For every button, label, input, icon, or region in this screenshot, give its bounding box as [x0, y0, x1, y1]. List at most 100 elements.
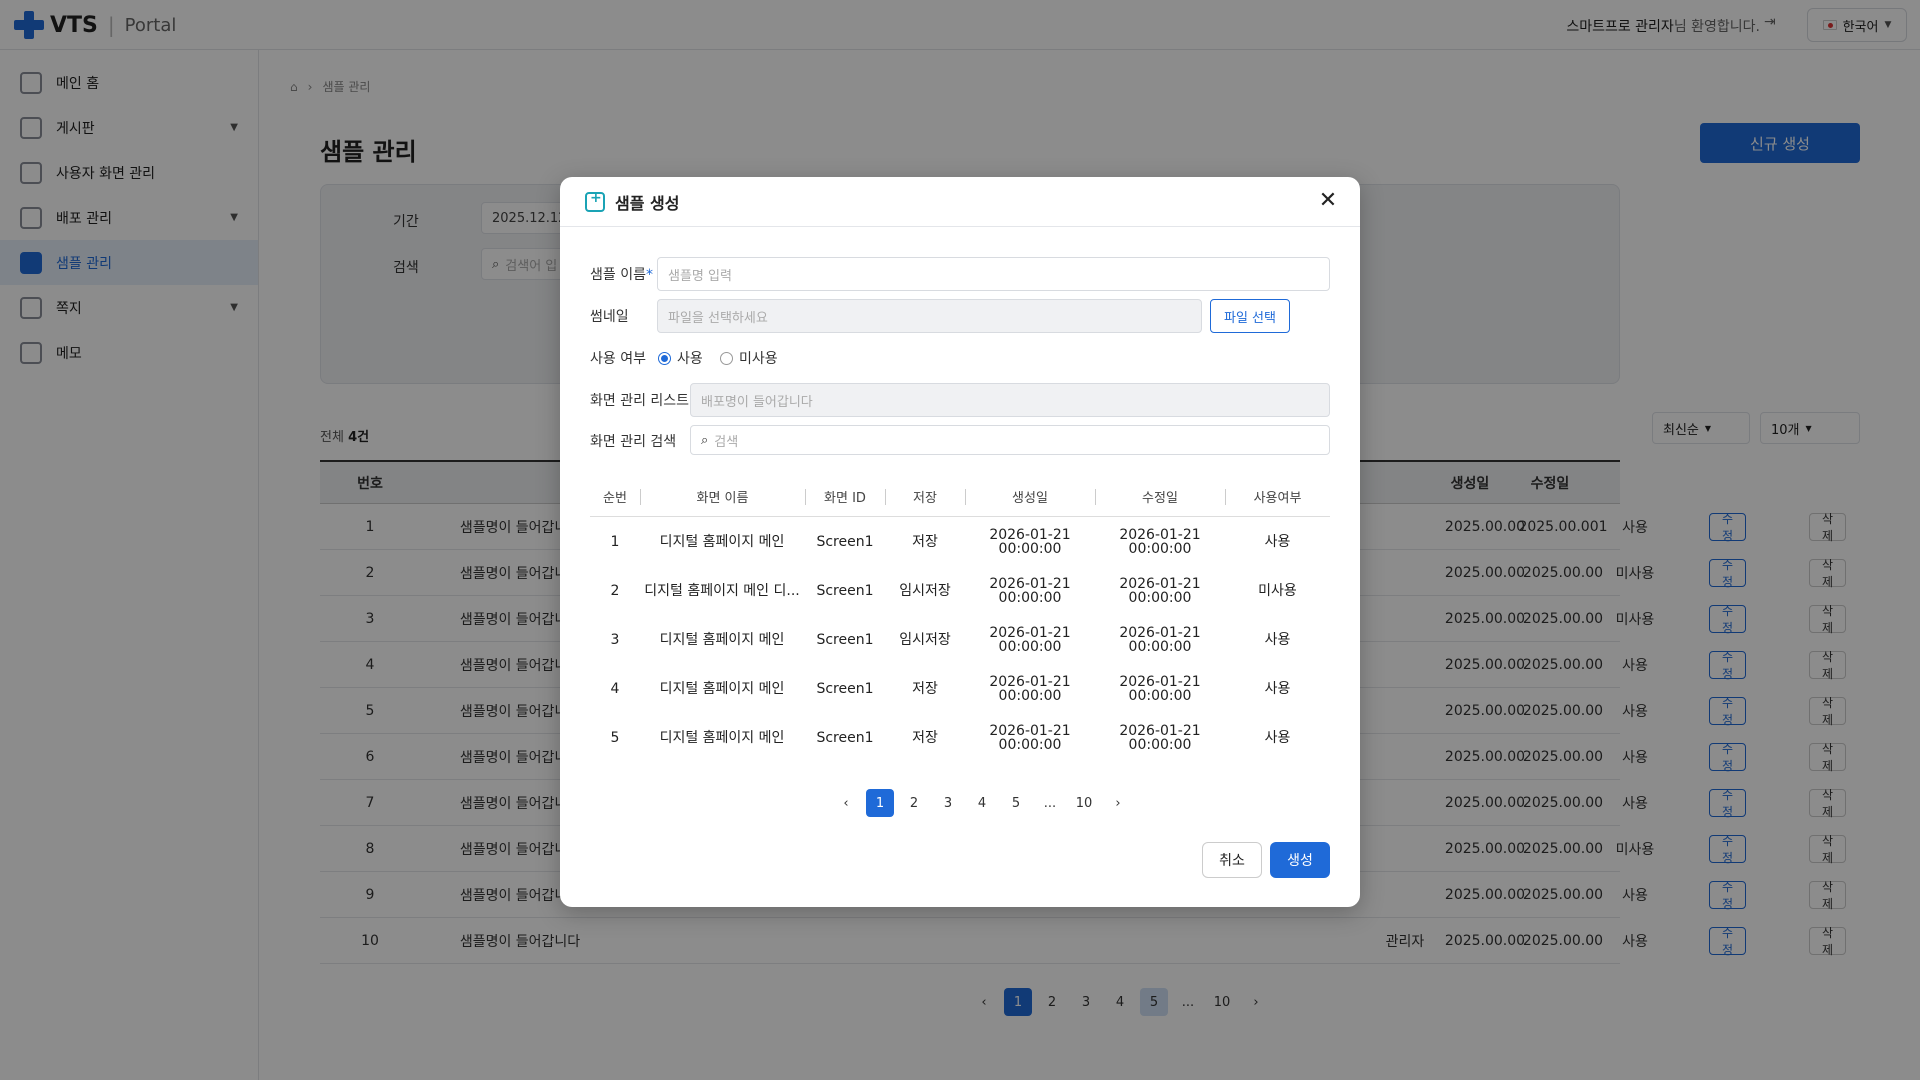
modified-date: 2026-01-21: [1119, 722, 1201, 739]
page-10[interactable]: 10: [1070, 789, 1098, 817]
sample-name-input[interactable]: 샘플명 입력: [657, 257, 1330, 291]
create-sample-modal: 샘플 생성 ✕ 샘플 이름* 샘플명 입력 썸네일 파일을 선택하세요 파일 선…: [560, 177, 1360, 907]
screen-table-header: 순번 화면 이름 화면 ID 저장 생성일 수정일 사용여부: [590, 477, 1330, 517]
cell-save: 임시저장: [899, 582, 951, 599]
modified-date: 2026-01-21: [1119, 575, 1201, 592]
thumbnail-field: 파일을 선택하세요: [657, 299, 1202, 333]
cell-modified: 2026-01-21 00:00:00: [1095, 664, 1225, 713]
cancel-button[interactable]: 취소: [1202, 842, 1262, 878]
modified-time: 00:00:00: [1128, 638, 1192, 655]
screen-row[interactable]: 5 디지털 홈페이지 메인 Screen1 저장 사용 2026-01-21 00:00:0…: [590, 713, 1330, 762]
thumbnail-label: 썸네일: [590, 309, 629, 325]
page-5[interactable]: 5: [1002, 789, 1030, 817]
use-radio-on[interactable]: 사용: [658, 348, 703, 368]
cell-screen_id: Screen1: [816, 680, 874, 697]
page-1[interactable]: 1: [866, 789, 894, 817]
created-time: 00:00:00: [998, 736, 1062, 753]
page-ellipsis: ...: [1043, 795, 1057, 811]
cell-modified: 2026-01-21 00:00:00: [1095, 615, 1225, 664]
cell-use: 사용: [1264, 729, 1291, 746]
screen-search-input[interactable]: ⌕ 검색: [690, 425, 1330, 455]
created-date: 2026-01-21: [989, 673, 1071, 690]
sample-name-label-text: 샘플 이름: [590, 267, 646, 283]
cell-screen_name: 디지털 홈페이지 메인: [659, 533, 785, 550]
screen-row[interactable]: 4 디지털 홈페이지 메인 Screen1 저장 사용 2026-01-21 00:00:0…: [590, 664, 1330, 713]
created-date: 2026-01-21: [989, 526, 1071, 543]
modified-time: 00:00:00: [1128, 589, 1192, 606]
cell-created: 2026-01-21 00:00:00: [965, 566, 1095, 615]
screen-search-label: 화면 관리 검색: [590, 434, 677, 450]
thumbnail-placeholder: 파일을 선택하세요: [668, 310, 768, 326]
radio-dot: [720, 351, 733, 365]
cell-screen_name: 디지털 홈페이지 메인: [659, 729, 785, 746]
cell-created: 2026-01-21 00:00:00: [965, 517, 1095, 566]
screen-list-placeholder: 배포명이 들어갑니다: [701, 394, 813, 410]
screen-list-label: 화면 관리 리스트: [590, 393, 690, 409]
close-icon[interactable]: ✕: [1316, 189, 1340, 213]
cell-screen_name: 디지털 홈페이지 메인 디...: [644, 582, 800, 599]
col-created: 생성일: [1012, 491, 1048, 506]
use-on-label: 사용: [677, 351, 703, 367]
screen-row[interactable]: 1 디지털 홈페이지 메인 Screen1 저장 사용 2026-01-21 00:00:0…: [590, 517, 1330, 566]
col-screen-id: 화면 ID: [824, 491, 866, 506]
use-radio-off[interactable]: 미사용: [720, 348, 778, 368]
modified-time: 00:00:00: [1128, 540, 1192, 557]
modal-title: 샘플 생성: [615, 193, 680, 213]
cell-modified: 2026-01-21 00:00:00: [1095, 713, 1225, 762]
col-seq: 순번: [603, 491, 627, 506]
created-time: 00:00:00: [998, 589, 1062, 606]
cell-created: 2026-01-21 00:00:00: [965, 713, 1095, 762]
file-select-button[interactable]: 파일 선택: [1210, 299, 1290, 333]
cell-save: 저장: [912, 680, 938, 697]
cell-use: 사용: [1264, 631, 1291, 648]
created-time: 00:00:00: [998, 638, 1062, 655]
page-2[interactable]: 2: [900, 789, 928, 817]
page-3[interactable]: 3: [934, 789, 962, 817]
created-date: 2026-01-21: [989, 722, 1071, 739]
create-button[interactable]: 생성: [1270, 842, 1330, 878]
chevron-right-icon[interactable]: ›: [1104, 789, 1132, 817]
radio-dot: [658, 351, 671, 365]
modified-date: 2026-01-21: [1119, 673, 1201, 690]
cell-screen_name: 디지털 홈페이지 메인: [659, 680, 785, 697]
required-mark: *: [645, 267, 653, 283]
cell-screen_id: Screen1: [816, 533, 874, 550]
sample-name-placeholder: 샘플명 입력: [668, 268, 732, 284]
cell-screen_name: 디지털 홈페이지 메인: [659, 631, 785, 648]
col-screen-name: 화면 이름: [696, 491, 749, 506]
modified-date: 2026-01-21: [1119, 624, 1201, 641]
cell-save: 저장: [912, 729, 938, 746]
screen-row[interactable]: 3 디지털 홈페이지 메인 Screen1 임시저장 사용 2026-01-21 00:00…: [590, 615, 1330, 664]
use-label: 사용 여부: [590, 351, 646, 367]
screen-search-placeholder: 검색: [714, 434, 739, 450]
screen-row[interactable]: 2 디지털 홈페이지 메인 디... Screen1 임시저장 미사용 2026-01-2…: [590, 566, 1330, 615]
modified-date: 2026-01-21: [1119, 526, 1201, 543]
created-time: 00:00:00: [998, 540, 1062, 557]
cell-use: 미사용: [1258, 582, 1297, 599]
modified-time: 00:00:00: [1128, 736, 1192, 753]
created-date: 2026-01-21: [989, 575, 1071, 592]
screen-list-field: 배포명이 들어갑니다: [690, 383, 1330, 417]
col-modified: 수정일: [1142, 491, 1178, 506]
col-save: 저장: [913, 491, 937, 506]
sample-add-icon: [585, 190, 605, 212]
cell-created: 2026-01-21 00:00:00: [965, 664, 1095, 713]
screen-table: 순번 화면 이름 화면 ID 저장 생성일 수정일 사용여부 1 디지털 홈페이지…: [590, 477, 1330, 762]
modified-time: 00:00:00: [1128, 687, 1192, 704]
cell-save: 임시저장: [899, 631, 951, 648]
sample-name-label: 샘플 이름*: [590, 264, 653, 284]
cell-screen_id: Screen1: [816, 729, 874, 746]
cell-use: 사용: [1264, 533, 1291, 550]
cell-save: 저장: [912, 533, 938, 550]
created-date: 2026-01-21: [989, 624, 1071, 641]
cell-screen_id: Screen1: [816, 582, 874, 599]
created-time: 00:00:00: [998, 687, 1062, 704]
chevron-left-icon[interactable]: ‹: [832, 789, 860, 817]
app-root: VTS | Portal 스마트프로 관리자님 환영합니다. ⇥ 한국어 ▼ 메…: [0, 0, 1920, 1080]
cell-use: 사용: [1264, 680, 1291, 697]
cell-modified: 2026-01-21 00:00:00: [1095, 517, 1225, 566]
search-icon: ⌕: [701, 432, 709, 448]
cell-screen_id: Screen1: [816, 631, 874, 648]
page-4[interactable]: 4: [968, 789, 996, 817]
cell-created: 2026-01-21 00:00:00: [965, 615, 1095, 664]
